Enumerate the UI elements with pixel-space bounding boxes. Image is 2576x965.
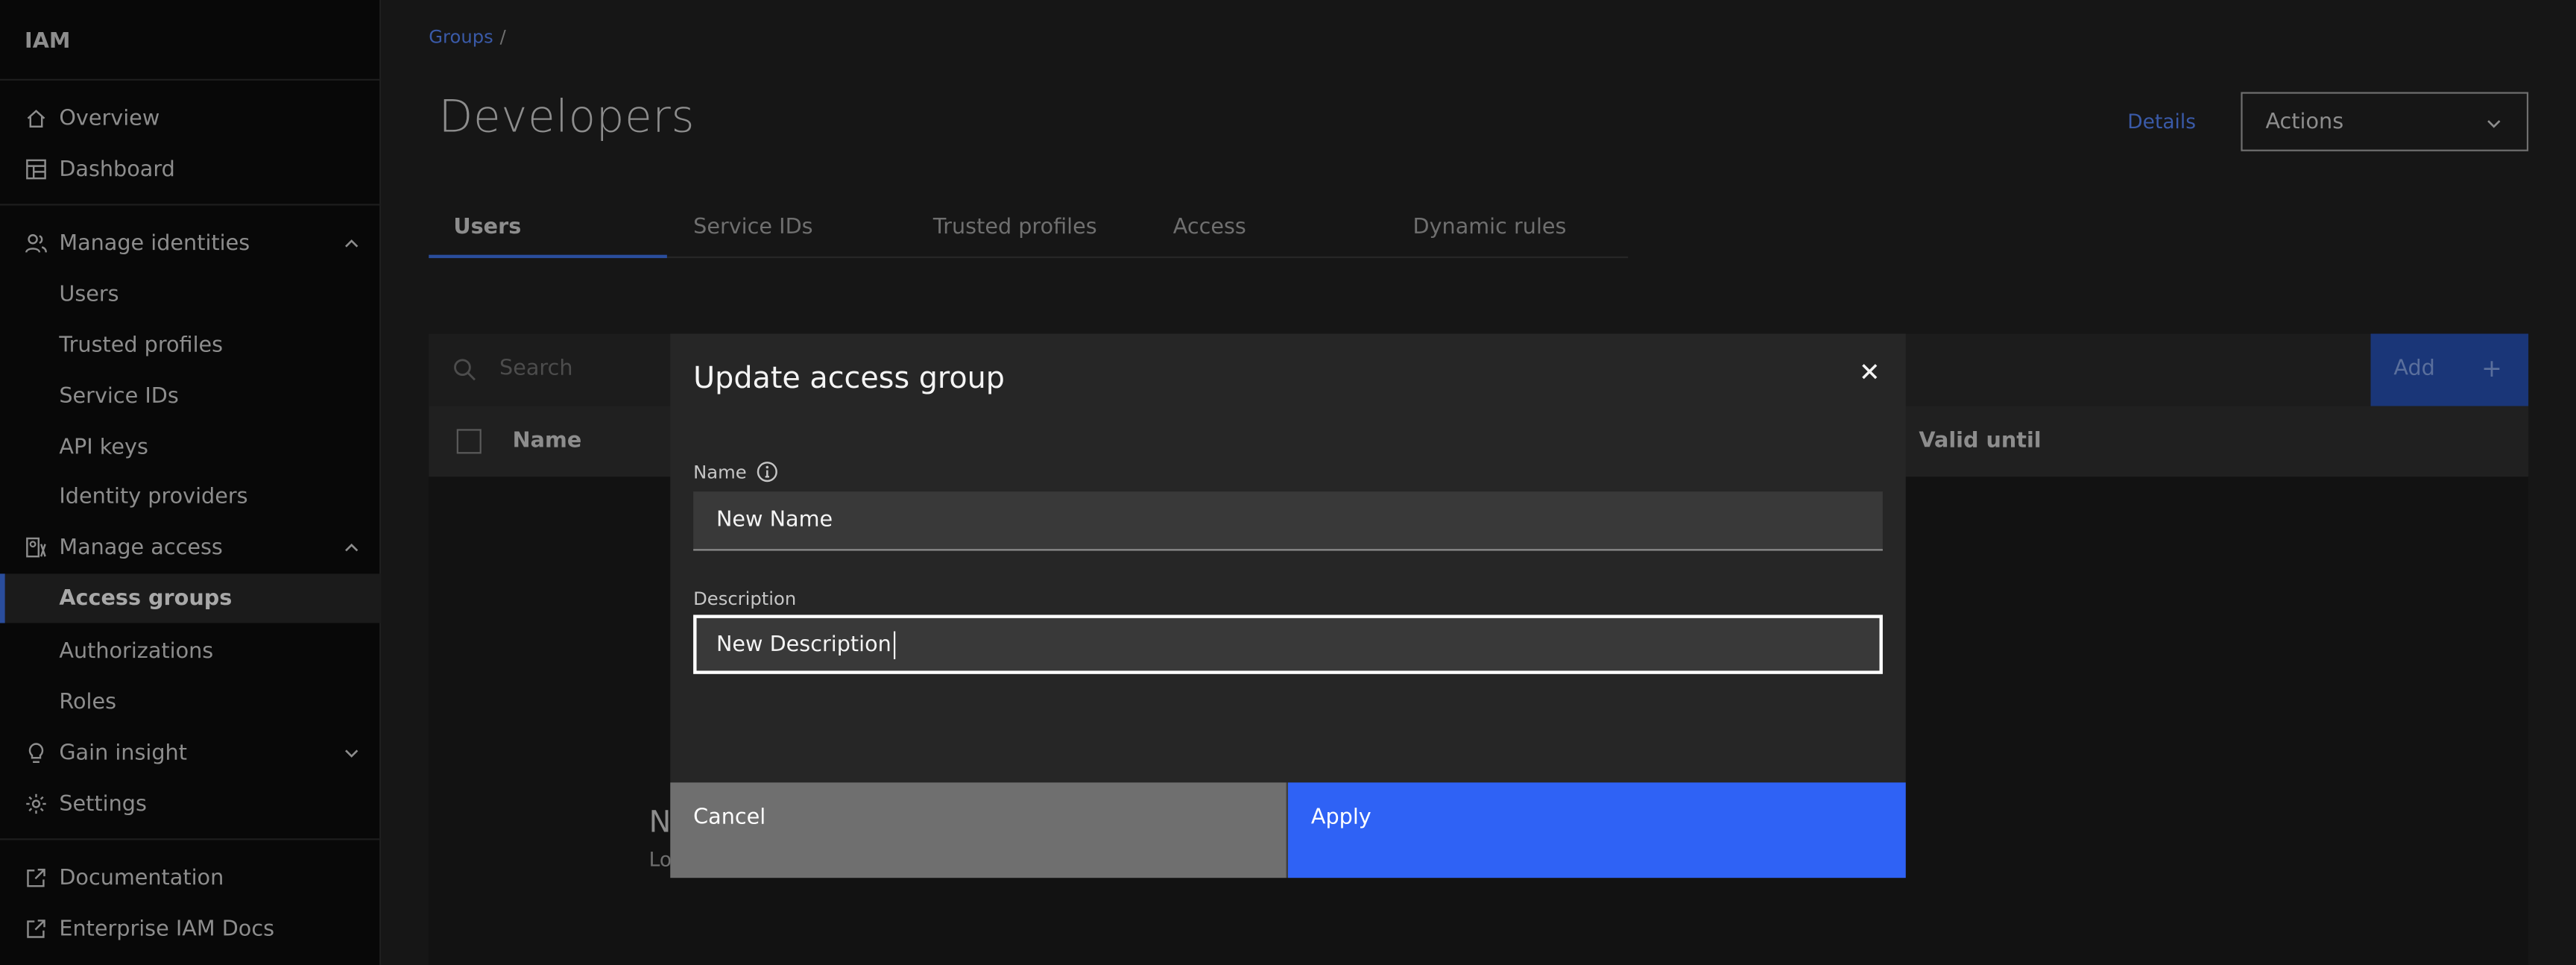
sidebar-item-label: Manage identities xyxy=(59,230,250,256)
sidebar-divider xyxy=(0,78,382,81)
sidebar-item-label: Gain insight xyxy=(59,741,187,766)
sidebar-item-users[interactable]: Users xyxy=(0,270,381,319)
cancel-label: Cancel xyxy=(693,805,766,831)
name-field-label: Name xyxy=(693,462,747,484)
description-field-value: New Description xyxy=(716,632,891,657)
add-label: Add xyxy=(2393,356,2435,382)
sidebar-item-overview[interactable]: Overview xyxy=(0,94,381,143)
page-title: Developers xyxy=(438,92,695,143)
sidebar-divider xyxy=(0,838,382,840)
empty-state-subtitle: Lo xyxy=(648,848,672,872)
actions-dropdown[interactable]: Actions xyxy=(2241,92,2529,151)
search-icon xyxy=(452,356,478,383)
update-access-group-modal: Update access group Name Description New… xyxy=(670,333,1906,878)
gear-icon xyxy=(25,793,48,816)
sidebar-item-api-keys[interactable]: API keys xyxy=(0,423,381,472)
apply-label: Apply xyxy=(1310,805,1371,831)
actions-label: Actions xyxy=(2265,109,2344,134)
close-icon[interactable] xyxy=(1857,359,1883,385)
sidebar-item-label: Settings xyxy=(59,791,147,817)
sidebar-item-identity-providers[interactable]: Identity providers xyxy=(0,472,381,521)
sidebar-title: IAM xyxy=(25,29,71,54)
breadcrumb: Groups / xyxy=(429,26,505,48)
tab-list: Users Service IDs Trusted profiles Acces… xyxy=(429,210,1629,259)
sidebar: IAM Overview Dashboard Manage identities xyxy=(0,0,382,965)
tab-trusted-profiles[interactable]: Trusted profiles xyxy=(909,210,1147,258)
breadcrumb-separator: / xyxy=(499,26,506,48)
sidebar-item-label: Trusted profiles xyxy=(59,333,224,358)
sidebar-item-gain-insight[interactable]: Gain insight xyxy=(0,729,381,778)
tab-access[interactable]: Access xyxy=(1149,210,1387,258)
chevron-down-icon xyxy=(2484,113,2504,133)
breadcrumb-link-groups[interactable]: Groups xyxy=(429,26,493,48)
external-link-icon xyxy=(25,917,48,940)
column-header-name[interactable]: Name xyxy=(513,429,582,453)
chevron-down-icon xyxy=(341,743,361,762)
sidebar-item-label: Documentation xyxy=(59,865,224,890)
chevron-up-icon xyxy=(341,233,361,253)
sidebar-divider xyxy=(0,204,382,206)
select-all-checkbox[interactable] xyxy=(456,429,482,454)
cancel-button[interactable]: Cancel xyxy=(670,782,1287,878)
sidebar-item-manage-identities[interactable]: Manage identities xyxy=(0,219,381,268)
column-header-valid-until[interactable]: Valid until xyxy=(1919,429,2041,453)
lightbulb-icon xyxy=(25,741,48,764)
apply-button[interactable]: Apply xyxy=(1288,782,1906,878)
tab-dynamic-rules[interactable]: Dynamic rules xyxy=(1388,210,1626,258)
sidebar-item-label: Manage access xyxy=(59,535,223,560)
sidebar-item-label: Users xyxy=(59,282,119,307)
details-link[interactable]: Details xyxy=(2127,110,2196,133)
sidebar-item-label: Identity providers xyxy=(59,484,248,509)
sidebar-item-label: Access groups xyxy=(59,585,233,611)
sidebar-item-manage-access[interactable]: Manage access xyxy=(0,523,381,572)
sidebar-item-service-ids[interactable]: Service IDs xyxy=(0,371,381,421)
add-button[interactable]: Add + xyxy=(2370,333,2529,406)
tab-users[interactable]: Users xyxy=(429,210,667,259)
chevron-up-icon xyxy=(341,538,361,557)
sidebar-item-dashboard[interactable]: Dashboard xyxy=(0,145,381,194)
sidebar-item-trusted-profiles[interactable]: Trusted profiles xyxy=(0,321,381,370)
sidebar-item-label: Enterprise IAM Docs xyxy=(59,916,275,942)
sidebar-item-roles[interactable]: Roles xyxy=(0,677,381,726)
sidebar-item-enterprise-iam-docs[interactable]: Enterprise IAM Docs xyxy=(0,904,381,953)
description-field[interactable]: New Description xyxy=(693,614,1883,674)
sidebar-item-authorizations[interactable]: Authorizations xyxy=(0,626,381,676)
text-caret xyxy=(892,630,895,658)
name-field[interactable] xyxy=(693,491,1883,551)
external-link-icon xyxy=(25,867,48,890)
modal-title: Update access group xyxy=(693,361,1005,397)
sidebar-item-documentation[interactable]: Documentation xyxy=(0,853,381,902)
info-icon[interactable] xyxy=(756,460,779,483)
users-icon xyxy=(25,232,48,255)
sidebar-item-label: Overview xyxy=(59,106,160,131)
plus-icon: + xyxy=(2481,353,2502,383)
sidebar-item-access-groups[interactable]: Access groups xyxy=(0,573,382,623)
description-field-label: Description xyxy=(693,588,797,610)
sidebar-item-settings[interactable]: Settings xyxy=(0,779,381,829)
sidebar-item-label: Service IDs xyxy=(59,383,179,409)
sidebar-item-label: API keys xyxy=(59,435,148,460)
sidebar-item-label: Authorizations xyxy=(59,638,214,664)
home-icon xyxy=(25,107,48,130)
access-icon xyxy=(25,536,48,559)
tab-service-ids[interactable]: Service IDs xyxy=(669,210,907,258)
search-input[interactable]: Search xyxy=(499,356,572,381)
sidebar-item-label: Roles xyxy=(59,689,117,714)
dashboard-icon xyxy=(25,158,48,181)
empty-state-title: N xyxy=(648,805,672,840)
sidebar-item-label: Dashboard xyxy=(59,157,175,182)
